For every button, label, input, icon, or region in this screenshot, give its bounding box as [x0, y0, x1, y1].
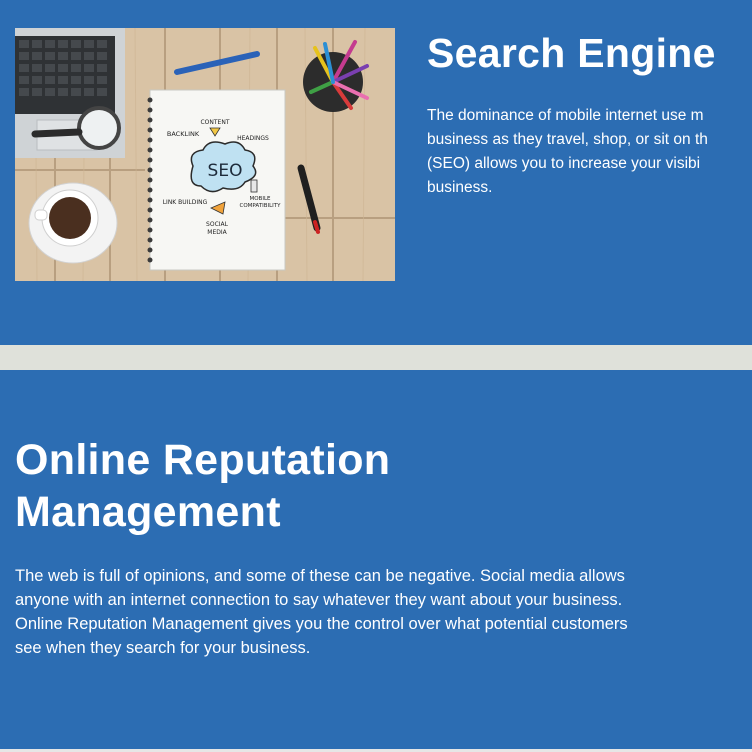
- seo-description-line: business as they travel, shop, or sit on…: [427, 131, 708, 148]
- link-building-sketch-label: LINK BUILDING: [163, 199, 208, 206]
- backlink-sketch-label: BACKLINK: [167, 130, 200, 138]
- seo-section-title: Search Engine: [427, 30, 716, 76]
- compatibility-sketch-label: COMPATIBILITY: [240, 203, 282, 209]
- seo-description: The dominance of mobile internet use m b…: [427, 104, 752, 200]
- seo-description-line: The dominance of mobile internet use m: [427, 107, 704, 124]
- seo-image: SEO CONTENT BACKLINK HEADINGS LINK BUILD…: [15, 28, 395, 281]
- headings-sketch-label: HEADINGS: [237, 135, 269, 142]
- content-sketch-label: CONTENT: [200, 119, 229, 126]
- orm-description-line: anyone with an internet connection to sa…: [15, 591, 623, 609]
- seo-description-line: business.: [427, 179, 493, 196]
- orm-description-line: The web is full of opinions, and some of…: [15, 567, 625, 585]
- mobile-sketch-label: MOBILE: [249, 196, 271, 202]
- orm-title-line: Management: [15, 488, 281, 536]
- orm-title-line: Online Reputation: [15, 436, 391, 484]
- orm-description-line: see when they search for your business.: [15, 639, 311, 657]
- media-sketch-label: MEDIA: [207, 229, 227, 236]
- seo-description-line: (SEO) allows you to increase your visibi: [427, 155, 701, 172]
- orm-description: The web is full of opinions, and some of…: [15, 564, 735, 660]
- section-divider: [0, 345, 752, 370]
- social-sketch-label: SOCIAL: [206, 221, 229, 228]
- orm-description-line: Online Reputation Management gives you t…: [15, 615, 628, 633]
- orm-section: [0, 370, 752, 752]
- seo-sketch-label: SEO: [208, 161, 243, 181]
- orm-section-title: Online Reputation Management: [15, 434, 575, 538]
